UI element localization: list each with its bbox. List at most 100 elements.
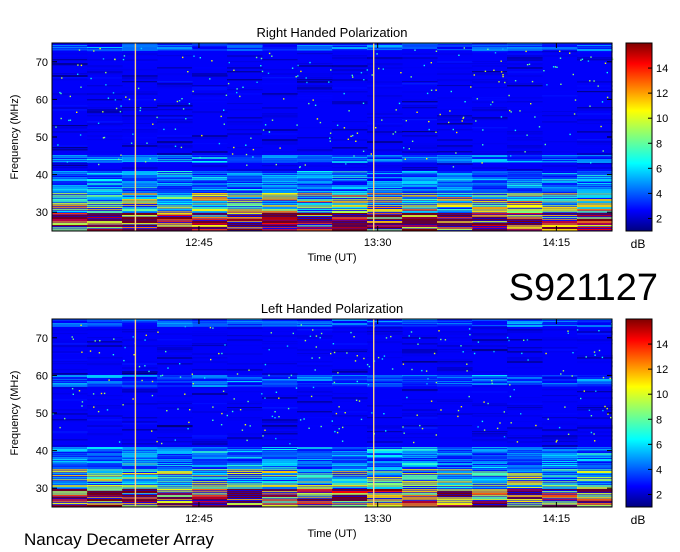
heatmap-cell — [542, 47, 578, 50]
heatmap-cell — [227, 227, 263, 229]
heatmap-cell — [192, 201, 228, 203]
heatmap-cell — [227, 229, 263, 231]
heatmap-cell — [227, 221, 263, 223]
heatmap-cell — [227, 465, 263, 467]
heatmap-cell — [577, 455, 613, 457]
heatmap-cell — [472, 187, 508, 189]
heatmap-cell — [227, 483, 263, 485]
heatmap-dot — [469, 334, 471, 336]
heatmap-cell — [332, 369, 368, 372]
heatmap-cell — [297, 467, 333, 469]
heatmap-cell — [192, 497, 228, 499]
heatmap-cell — [542, 413, 578, 415]
heatmap-cell — [507, 339, 543, 341]
heatmap-cell — [507, 361, 543, 363]
heatmap-cell — [472, 321, 508, 323]
heatmap-cell — [507, 197, 543, 199]
heatmap-cell — [227, 51, 263, 53]
heatmap-dot — [473, 352, 476, 355]
x-tick-label: 14:15 — [543, 237, 571, 249]
heatmap-cell — [472, 131, 508, 133]
heatmap-dot — [275, 437, 277, 440]
heatmap-cell — [297, 379, 333, 382]
heatmap-cell — [52, 229, 88, 231]
heatmap-cell — [157, 407, 193, 410]
heatmap-cell — [52, 455, 88, 457]
heatmap-dot — [543, 70, 545, 72]
heatmap-dot — [402, 426, 404, 428]
heatmap-dot — [189, 409, 191, 411]
heatmap-cell — [87, 187, 123, 189]
heatmap-cell — [227, 385, 263, 387]
heatmap-cell — [402, 189, 438, 191]
heatmap-cell — [122, 465, 158, 467]
heatmap-cell — [227, 391, 263, 393]
heatmap-cell — [332, 337, 368, 339]
heatmap-cell — [52, 361, 88, 363]
heatmap-cell — [472, 115, 508, 117]
heatmap-dot — [81, 401, 84, 403]
heatmap-cell — [402, 323, 438, 325]
heatmap-dot — [233, 146, 235, 149]
heatmap-cell — [542, 205, 578, 207]
heatmap-cell — [472, 431, 508, 433]
heatmap-cell — [402, 209, 438, 211]
heatmap-cell — [157, 105, 193, 107]
heatmap-dot — [404, 158, 406, 160]
heatmap-cell — [227, 343, 263, 345]
heatmap-cell — [507, 321, 543, 324]
heatmap-cell — [122, 383, 158, 386]
heatmap-cell — [367, 495, 403, 497]
heatmap-cell — [577, 153, 613, 155]
heatmap-cell — [332, 381, 368, 383]
heatmap-cell — [402, 203, 438, 205]
heatmap-cell — [87, 329, 123, 331]
heatmap-cell — [332, 175, 368, 177]
heatmap-dot — [314, 369, 316, 371]
heatmap-cell — [262, 487, 298, 490]
heatmap-cell — [87, 417, 123, 419]
heatmap-dot — [300, 70, 302, 73]
heatmap-cell — [297, 189, 333, 191]
heatmap-cell — [367, 407, 403, 409]
heatmap-cell — [157, 159, 193, 161]
heatmap-cell — [122, 119, 158, 121]
heatmap-cell — [87, 205, 123, 207]
heatmap-cell — [402, 229, 438, 231]
heatmap-cell — [297, 159, 333, 161]
heatmap-cell — [122, 451, 158, 453]
heatmap-cell — [157, 357, 193, 359]
heatmap-cell — [472, 463, 508, 465]
heatmap-dot — [329, 132, 332, 134]
heatmap-cell — [262, 505, 298, 507]
heatmap-cell — [437, 163, 473, 165]
heatmap-cell — [367, 487, 403, 489]
heatmap-dot — [356, 355, 358, 357]
heatmap-cell — [297, 483, 333, 485]
heatmap-cell — [262, 95, 298, 97]
heatmap-dot — [94, 340, 96, 342]
heatmap-cell — [472, 227, 508, 229]
heatmap-cell — [262, 335, 298, 338]
heatmap-cell — [262, 467, 298, 469]
heatmap-cell — [577, 85, 613, 87]
heatmap-cell — [332, 325, 368, 327]
heatmap-cell — [52, 193, 88, 195]
heatmap-cell — [262, 201, 298, 203]
heatmap-cell — [507, 181, 543, 183]
heatmap-cell — [122, 185, 158, 187]
heatmap-cell — [157, 227, 193, 229]
heatmap-cell — [122, 155, 158, 157]
heatmap-cell — [332, 501, 368, 503]
chart-title: Right Handed Polarization — [256, 25, 407, 40]
heatmap-cell — [542, 499, 578, 501]
heatmap-cell — [227, 493, 263, 495]
heatmap-cell — [227, 503, 263, 505]
heatmap-cell — [122, 137, 158, 139]
heatmap-cell — [297, 163, 333, 165]
heatmap-cell — [157, 157, 193, 159]
heatmap-cell — [577, 405, 613, 407]
heatmap-dot — [249, 425, 251, 427]
heatmap-cell — [227, 93, 263, 95]
heatmap-dot — [595, 390, 597, 392]
